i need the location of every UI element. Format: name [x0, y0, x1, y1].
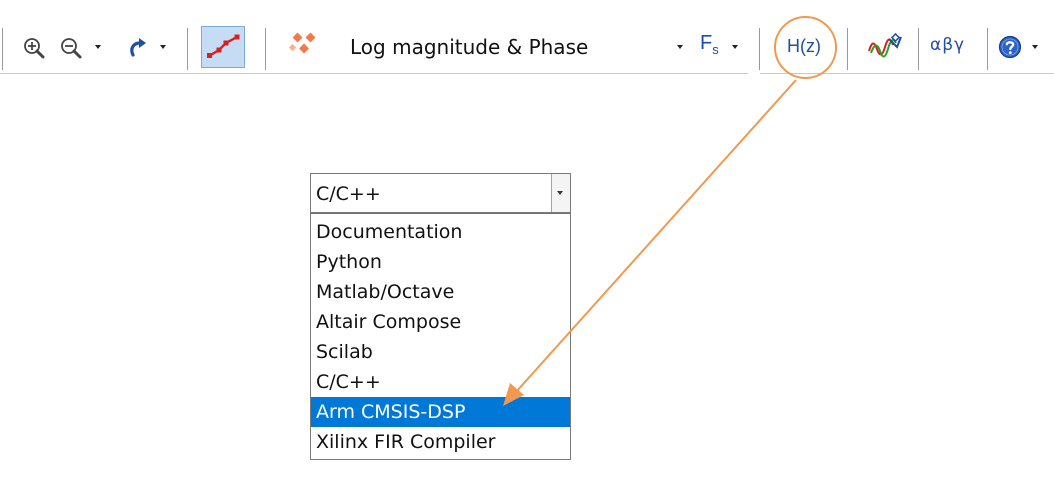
- fs-subscript: s: [712, 42, 719, 57]
- view-mode-dropdown-caret[interactable]: [677, 45, 683, 49]
- zoom-out-icon: [61, 38, 82, 59]
- sampling-frequency-button[interactable]: Fs: [700, 32, 719, 57]
- toolbar-separator: [759, 28, 760, 70]
- view-mode-combobox[interactable]: Log magnitude & Phase: [338, 26, 672, 68]
- zoom-in-button[interactable]: [20, 34, 48, 62]
- toolbar-separator: [187, 28, 188, 70]
- annotation-circle: [774, 16, 837, 79]
- export-format-dropdown-button[interactable]: [551, 174, 570, 212]
- help-icon: [998, 35, 1022, 59]
- fs-label: F: [700, 32, 713, 54]
- option-altair-compose[interactable]: Altair Compose: [311, 307, 570, 337]
- redo-button[interactable]: [125, 34, 151, 62]
- option-xilinx-fir-compiler[interactable]: Xilinx FIR Compiler: [311, 427, 570, 457]
- option-c-cpp[interactable]: C/C++: [311, 367, 570, 397]
- help-dropdown-caret[interactable]: [1032, 45, 1038, 49]
- option-arm-cmsis-dsp[interactable]: Arm CMSIS-DSP: [311, 397, 570, 427]
- option-scilab[interactable]: Scilab: [311, 337, 570, 367]
- line-route-icon: [207, 34, 240, 58]
- zoom-out-dropdown-caret[interactable]: [95, 45, 101, 49]
- view-mode-value: Log magnitude & Phase: [350, 35, 589, 59]
- greek-label: αβγ: [930, 35, 966, 55]
- zoom-out-button[interactable]: [57, 34, 85, 62]
- greek-symbols-button[interactable]: αβγ: [930, 35, 965, 55]
- screen: Log magnitude & Phase Fs H(z) αβγ C/C++ …: [0, 0, 1054, 494]
- zoom-in-icon: [24, 38, 45, 59]
- toolbar-separator: [987, 28, 988, 70]
- option-documentation[interactable]: Documentation: [311, 217, 570, 247]
- export-format-options-list: Documentation Python Matlab/Octave Altai…: [310, 213, 571, 460]
- toolbar-separator: [265, 28, 266, 70]
- redo-dropdown-caret[interactable]: [160, 45, 166, 49]
- scatter-points-icon: [289, 32, 316, 54]
- points-button[interactable]: [288, 30, 322, 60]
- help-button[interactable]: [997, 34, 1023, 60]
- option-matlab-octave[interactable]: Matlab/Octave: [311, 277, 570, 307]
- signal-button[interactable]: [866, 32, 906, 62]
- export-format-selected-value: C/C++: [316, 183, 381, 205]
- fs-dropdown-caret[interactable]: [732, 45, 738, 49]
- toolbar-separator: [2, 28, 3, 70]
- line-route-button[interactable]: [201, 26, 245, 68]
- toolbar-separator: [847, 28, 848, 70]
- signal-waves-icon: [868, 33, 902, 58]
- toolbar-separator: [918, 28, 919, 70]
- redo-icon: [130, 38, 146, 57]
- toolbar-divider: [0, 73, 748, 74]
- toolbar: Log magnitude & Phase Fs H(z) αβγ: [0, 0, 1054, 79]
- export-format-select[interactable]: C/C++: [310, 173, 571, 213]
- chevron-down-icon: [557, 191, 563, 195]
- option-python[interactable]: Python: [311, 247, 570, 277]
